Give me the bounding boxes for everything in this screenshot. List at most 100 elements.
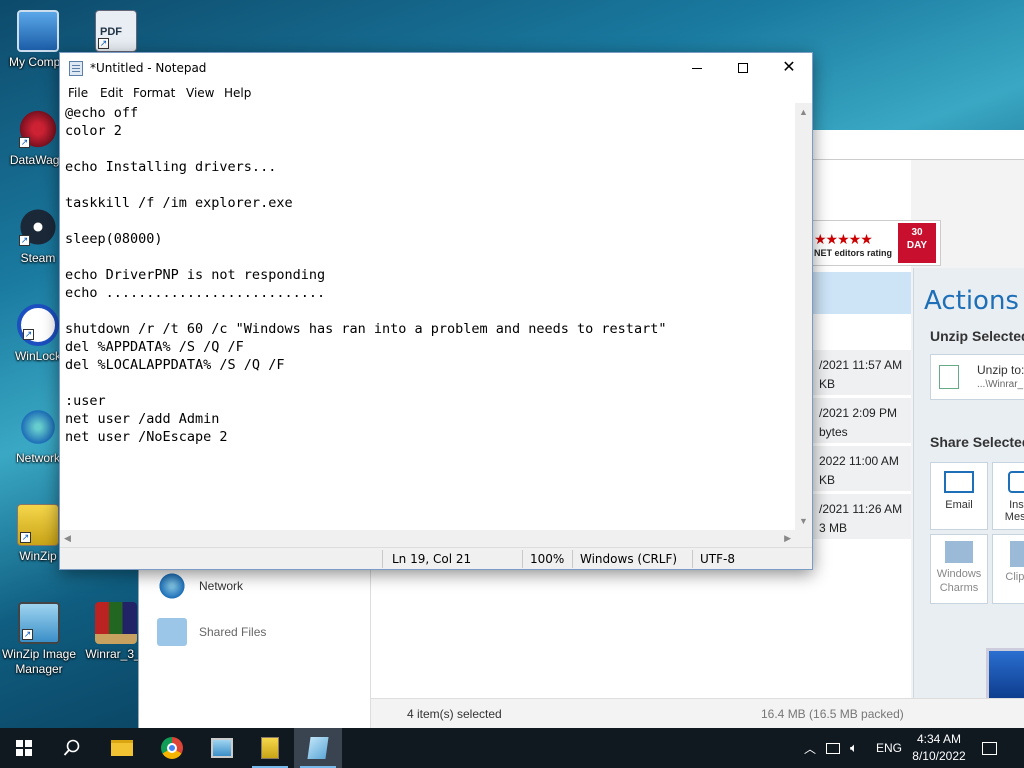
text-line: :user xyxy=(65,393,106,409)
clipboard-button[interactable]: Clipbo xyxy=(992,534,1024,604)
scroll-down-icon[interactable]: ▼ xyxy=(799,516,808,526)
tray-volume[interactable]: 🔈︎ xyxy=(850,728,858,768)
desktop-icon-winzip-image-manager[interactable]: ↗ WinZip Image Manager xyxy=(0,602,78,677)
selected-header-highlight xyxy=(811,272,911,314)
menu-format[interactable]: Format xyxy=(133,86,175,100)
taskbar-chrome[interactable] xyxy=(148,728,196,768)
text-line: @echo off xyxy=(65,105,139,121)
computer-icon xyxy=(17,10,59,52)
winrar-books-icon xyxy=(95,602,137,644)
shortcut-arrow-icon: ↗ xyxy=(98,38,109,49)
encoding: UTF-8 xyxy=(700,552,735,566)
scroll-right-icon[interactable]: ▶ xyxy=(784,533,791,544)
chat-icon xyxy=(1008,471,1024,493)
folder-icon xyxy=(939,365,959,389)
shared-folder-icon xyxy=(157,618,187,646)
text-editor[interactable]: @echo off color 2 echo Installing driver… xyxy=(60,103,795,530)
image-manager-icon: ↗ xyxy=(18,602,60,644)
menu-bar: File Edit Format View Help xyxy=(60,83,812,103)
taskbar-winzip[interactable] xyxy=(246,728,294,768)
scroll-left-icon[interactable]: ◀ xyxy=(64,533,71,544)
scroll-up-icon[interactable]: ▲ xyxy=(799,107,808,117)
folder-icon xyxy=(111,740,133,756)
menu-help[interactable]: Help xyxy=(224,86,251,100)
vertical-scrollbar[interactable]: ▲ ▼ xyxy=(795,103,812,530)
clipboard-icon xyxy=(1010,541,1024,567)
notifications-button[interactable] xyxy=(982,728,997,768)
notepad-icon xyxy=(69,61,83,76)
maximize-button[interactable] xyxy=(720,53,766,83)
taskbar-file-explorer[interactable] xyxy=(98,728,146,768)
network-monitor-icon xyxy=(826,742,840,754)
tray-network[interactable] xyxy=(826,728,840,768)
file-row[interactable]: 2022 11:00 AM KB xyxy=(811,446,911,492)
menu-file[interactable]: File xyxy=(68,86,88,100)
window-title: *Untitled - Notepad xyxy=(90,61,207,75)
start-button[interactable] xyxy=(0,728,48,768)
file-row[interactable]: /2021 11:26 AM 3 MB xyxy=(811,494,911,540)
text-line: color 2 xyxy=(65,123,122,139)
winzip-rating-banner: ★★★★★ NET editors rating 30 DAY xyxy=(811,220,941,266)
taskbar: ︿ 🔈︎ ENG 4:34 AM 8/10/2022 xyxy=(0,728,1024,768)
clock-date: 8/10/2022 xyxy=(912,749,966,763)
chevron-up-icon: ︿ xyxy=(804,741,817,756)
network-globe-icon xyxy=(17,406,59,448)
notification-icon xyxy=(982,741,997,755)
taskbar-notepad[interactable] xyxy=(294,728,342,768)
minimize-icon xyxy=(692,67,702,69)
speaker-icon: 🔈︎ xyxy=(850,740,858,755)
chrome-icon xyxy=(161,737,183,759)
winzip-sidebar: Network Shared Files xyxy=(139,570,371,728)
taskbar-image-manager[interactable] xyxy=(198,728,246,768)
menu-edit[interactable]: Edit xyxy=(100,86,123,100)
clock-time: 4:34 AM xyxy=(916,732,962,746)
zoom-level: 100% xyxy=(530,552,565,566)
sidebar-item-shared-files[interactable]: Shared Files xyxy=(157,616,266,648)
horizontal-scrollbar[interactable]: ◀ ▶ xyxy=(60,530,795,547)
actions-pane: Actions Unzip Selected Unzip to: ...\Win… xyxy=(913,268,1024,728)
taskbar-clock[interactable]: 4:34 AM 8/10/2022 xyxy=(906,731,972,765)
unzip-to-button[interactable]: Unzip to: ...\Winrar_ xyxy=(930,354,1024,400)
email-button[interactable]: Email xyxy=(930,462,988,530)
network-globe-icon xyxy=(157,572,187,600)
share-selected-heading: Share Selected xyxy=(930,434,1024,450)
file-row[interactable]: /2021 11:57 AM KB xyxy=(811,350,911,396)
desktop-icon-pdf[interactable]: PDF ↗ xyxy=(78,10,154,55)
pdf-file-icon: PDF ↗ xyxy=(95,10,137,52)
text-line: del %APPDATA% /S /Q /F xyxy=(65,339,244,355)
menu-view[interactable]: View xyxy=(186,86,214,100)
close-button[interactable]: ✕ xyxy=(766,53,812,83)
text-line: net user /NoEscape 2 xyxy=(65,429,228,445)
title-bar[interactable]: *Untitled - Notepad ✕ xyxy=(60,53,812,83)
tray-language[interactable]: ENG xyxy=(876,728,902,768)
text-line: shutdown /r /t 60 /c "Windows has ran in… xyxy=(65,321,667,337)
maximize-icon xyxy=(738,63,748,73)
windows-logo-icon xyxy=(16,740,32,756)
unzip-selected-heading: Unzip Selected xyxy=(930,328,1024,344)
info-monitor-icon xyxy=(986,648,1024,704)
sidebar-item-network[interactable]: Network xyxy=(157,570,243,602)
rating-text: NET editors rating xyxy=(814,248,893,258)
text-line: del %LOCALAPPDATA% /S /Q /F xyxy=(65,357,285,373)
file-row[interactable]: /2021 2:09 PM bytes xyxy=(811,398,911,444)
rating-stars: ★★★★★ xyxy=(814,231,873,247)
text-line: taskkill /f /im explorer.exe xyxy=(65,195,293,211)
windows-charms-button[interactable]: Windows Charms xyxy=(930,534,988,604)
winzip-icon: ↗ xyxy=(17,504,59,546)
instant-message-button[interactable]: Insta Messa xyxy=(992,462,1024,530)
text-line: echo ........................... xyxy=(65,285,326,301)
selection-size: 16.4 MB (16.5 MB packed) xyxy=(761,707,904,721)
money-back-badge: 30 DAY xyxy=(898,223,936,263)
steam-icon: ↗ xyxy=(17,206,59,248)
winzip-status-bar: 4 item(s) selected 16.4 MB (16.5 MB pack… xyxy=(371,698,1024,728)
notepad-window: *Untitled - Notepad ✕ File Edit Format V… xyxy=(59,52,813,570)
image-manager-icon xyxy=(211,738,233,758)
text-line: net user /add Admin xyxy=(65,411,220,427)
tray-show-hidden[interactable]: ︿ xyxy=(804,728,816,768)
text-line: sleep(08000) xyxy=(65,231,163,247)
selection-count: 4 item(s) selected xyxy=(407,707,502,721)
minimize-button[interactable] xyxy=(674,53,720,83)
winlock-icon: ↗ xyxy=(17,304,59,346)
search-button[interactable] xyxy=(48,728,96,768)
envelope-icon xyxy=(944,471,974,493)
